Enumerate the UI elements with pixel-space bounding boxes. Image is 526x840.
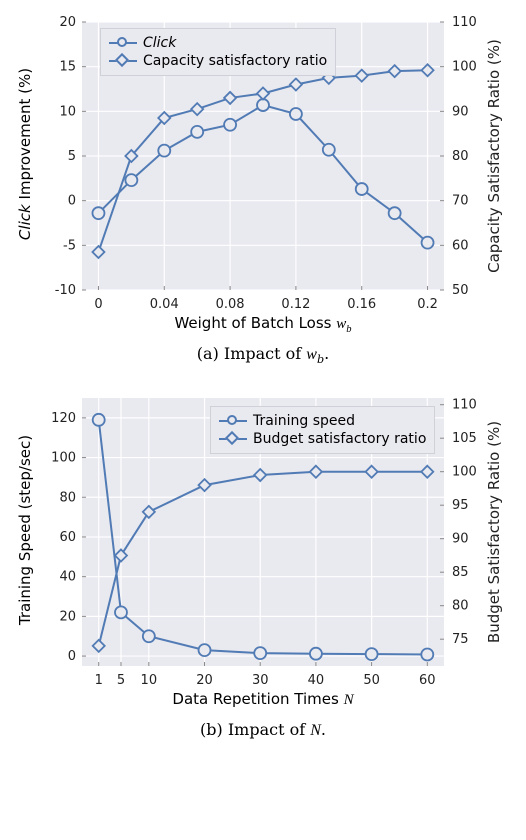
svg-text:80: 80	[452, 599, 469, 614]
legend-row: Click	[109, 35, 327, 51]
circle-icon	[109, 42, 137, 44]
plot-area-a: -10 -5 0 5 10 15 20 50 60 70 80 90 100 110 0 0.04 0.08 0.…	[10, 10, 516, 340]
svg-text:10: 10	[59, 104, 76, 119]
svg-text:85: 85	[452, 565, 469, 580]
svg-text:15: 15	[59, 60, 76, 75]
svg-text:0: 0	[94, 297, 102, 312]
svg-text:80: 80	[452, 149, 469, 164]
legend-row: Training speed	[219, 413, 426, 429]
svg-text:0.2: 0.2	[417, 297, 438, 312]
svg-text:105: 105	[452, 431, 477, 446]
svg-text:60: 60	[59, 530, 76, 545]
svg-text:5: 5	[117, 673, 125, 688]
caption-a: (a) Impact of wb.	[10, 344, 516, 366]
svg-text:75: 75	[452, 632, 469, 647]
svg-text:0.16: 0.16	[347, 297, 376, 312]
svg-text:30: 30	[252, 673, 269, 688]
svg-text:1: 1	[95, 673, 103, 688]
svg-text:60: 60	[419, 673, 436, 688]
chart-a: -10 -5 0 5 10 15 20 50 60 70 80 90 100 110 0 0.04 0.08 0.…	[10, 10, 516, 366]
svg-text:90: 90	[452, 104, 469, 119]
svg-text:0: 0	[68, 649, 76, 664]
svg-text:100: 100	[452, 60, 477, 75]
svg-text:60: 60	[452, 238, 469, 253]
svg-text:100: 100	[452, 465, 477, 480]
svg-text:0: 0	[68, 194, 76, 209]
svg-text:0.04: 0.04	[150, 297, 179, 312]
svg-text:20: 20	[196, 673, 213, 688]
svg-text:5: 5	[68, 149, 76, 164]
plot-area-b: 0 20 40 60 80 100 120 75 80 85 90 95 100 105 110 15 10 20…	[10, 386, 516, 716]
legend-label: Click	[143, 35, 176, 51]
circle-icon	[219, 420, 247, 422]
legend-row: Capacity satisfactory ratio	[109, 53, 327, 69]
diamond-icon	[109, 60, 137, 62]
svg-text:10: 10	[141, 673, 158, 688]
svg-text:0.12: 0.12	[281, 297, 310, 312]
svg-text:20: 20	[59, 15, 76, 30]
svg-text:-5: -5	[63, 238, 76, 253]
legend-a: Click Capacity satisfactory ratio	[100, 28, 336, 76]
legend-b: Training speed Budget satisfactory ratio	[210, 406, 435, 454]
svg-text:0.08: 0.08	[216, 297, 245, 312]
svg-text:120: 120	[51, 411, 76, 426]
svg-text:20: 20	[59, 610, 76, 625]
svg-text:80: 80	[59, 490, 76, 505]
chart-b: 0 20 40 60 80 100 120 75 80 85 90 95 100 105 110 15 10 20…	[10, 386, 516, 740]
svg-text:Budget Satisfactory Ratio (%): Budget Satisfactory Ratio (%)	[485, 421, 503, 643]
legend-label: Capacity satisfactory ratio	[143, 53, 327, 69]
svg-text:110: 110	[452, 398, 477, 413]
legend-label: Budget satisfactory ratio	[253, 431, 426, 447]
svg-text:110: 110	[452, 15, 477, 30]
svg-text:40: 40	[308, 673, 325, 688]
svg-text:Capacity Satisfactory Ratio (%: Capacity Satisfactory Ratio (%)	[485, 39, 503, 273]
svg-text:50: 50	[363, 673, 380, 688]
svg-text:40: 40	[59, 570, 76, 585]
svg-text:90: 90	[452, 532, 469, 547]
svg-text:-10: -10	[55, 283, 76, 298]
legend-row: Budget satisfactory ratio	[219, 431, 426, 447]
caption-b: (b) Impact of N.	[10, 720, 516, 740]
diamond-icon	[219, 438, 247, 440]
svg-text:95: 95	[452, 498, 469, 513]
svg-text:100: 100	[51, 451, 76, 466]
svg-text:50: 50	[452, 283, 469, 298]
svg-text:70: 70	[452, 194, 469, 209]
legend-label: Training speed	[253, 413, 355, 429]
